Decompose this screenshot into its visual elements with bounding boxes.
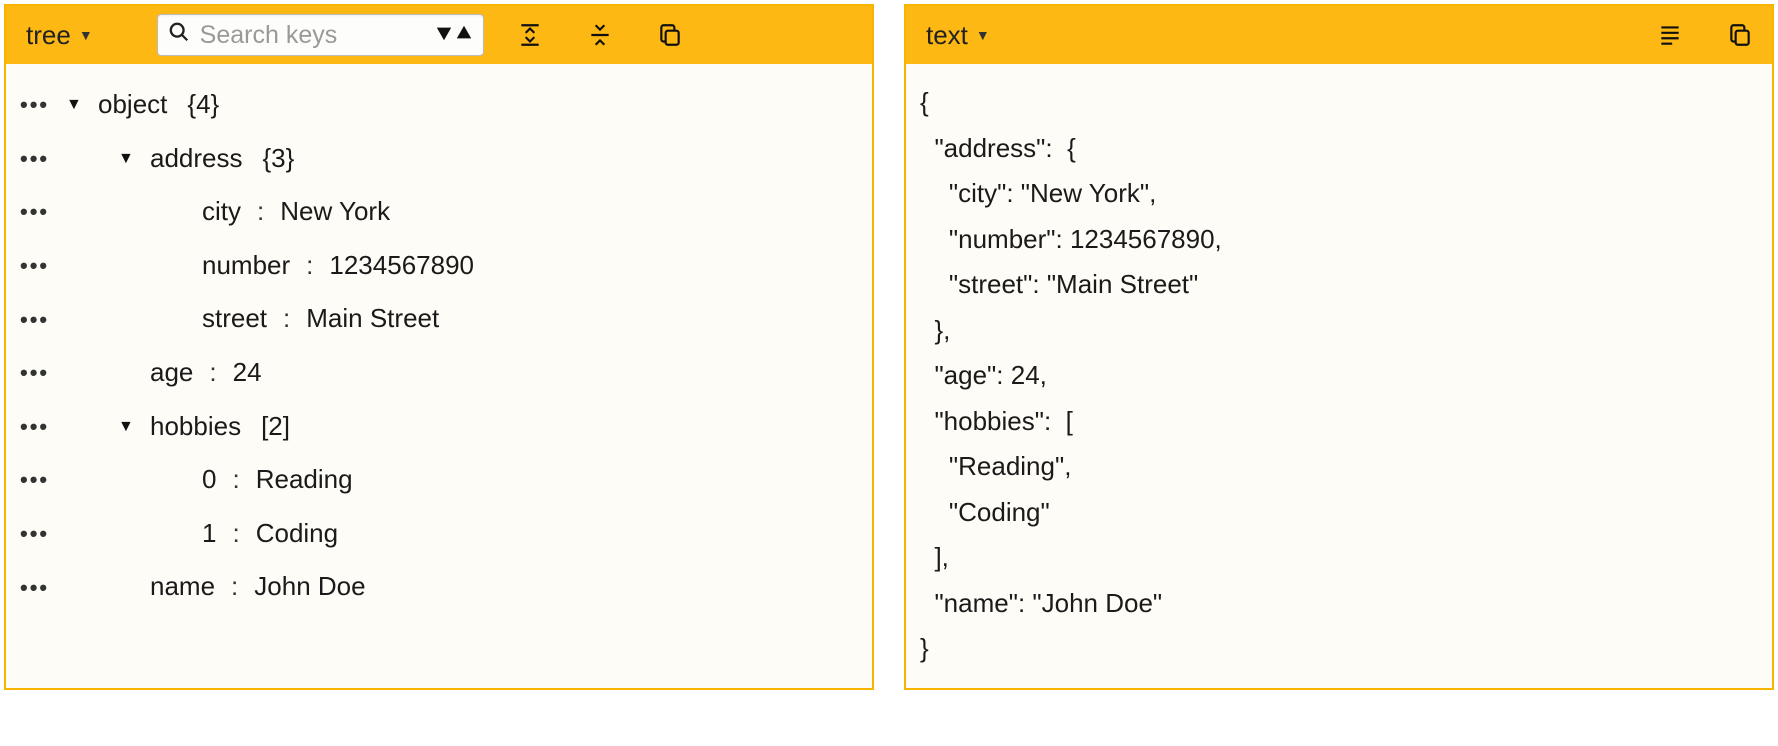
row-menu-icon[interactable]: ••• [20, 87, 54, 122]
mode-label: tree [26, 20, 71, 51]
search-input[interactable] [200, 21, 425, 50]
tree-row[interactable]: •••street:Main Street [16, 292, 862, 346]
tree-row[interactable]: ••• ▼ object {4} [16, 78, 862, 132]
text-content[interactable]: { "address": { "city": "New York", "numb… [906, 64, 1772, 688]
row-menu-icon[interactable]: ••• [20, 570, 54, 605]
tree-panel: tree ▼ [4, 4, 874, 690]
tree-value[interactable]: John Doe [254, 566, 365, 608]
format-button[interactable] [1652, 17, 1688, 53]
search-box[interactable] [157, 14, 484, 56]
text-panel: text ▼ { "address": { "city": "New York"… [904, 4, 1774, 690]
search-icon [168, 21, 190, 50]
expander-icon[interactable]: ▼ [118, 146, 138, 172]
tree-row[interactable]: •••age:24 [16, 346, 862, 400]
tree-key[interactable]: address [150, 138, 243, 180]
tree-key[interactable]: object [98, 84, 167, 126]
mode-label: text [926, 20, 968, 51]
mode-select-tree[interactable]: tree ▼ [20, 16, 99, 55]
tree-row[interactable]: •••number:1234567890 [16, 239, 862, 293]
expander-icon[interactable]: ▼ [66, 92, 86, 118]
copy-text-button[interactable] [1722, 17, 1758, 53]
row-menu-icon[interactable]: ••• [20, 462, 54, 497]
tree-row[interactable]: ••• ▼ address {3} [16, 132, 862, 186]
tree-key[interactable]: age [150, 352, 193, 394]
expander-icon[interactable]: ▼ [118, 414, 138, 440]
search-prev-icon[interactable] [455, 21, 473, 49]
row-menu-icon[interactable]: ••• [20, 409, 54, 444]
copy-button[interactable] [652, 17, 688, 53]
tree-row[interactable]: •••0:Reading [16, 453, 862, 507]
tree-row[interactable]: •••city:New York [16, 185, 862, 239]
tree-value[interactable]: 24 [233, 352, 262, 394]
tree-content: •••▼object{4}•••▼address{3}•••city:New Y… [6, 64, 872, 688]
caret-down-icon: ▼ [976, 27, 990, 43]
expand-all-button[interactable] [512, 17, 548, 53]
text-toolbar: text ▼ [906, 6, 1772, 64]
tree-key[interactable]: number [202, 245, 290, 287]
collapse-all-button[interactable] [582, 17, 618, 53]
row-menu-icon[interactable]: ••• [20, 355, 54, 390]
tree-key[interactable]: city [202, 191, 241, 233]
tree-count: [2] [261, 406, 290, 448]
tree-row[interactable]: ••• ▼ hobbies [2] [16, 400, 862, 454]
tree-key[interactable]: street [202, 298, 267, 340]
tree-key[interactable]: name [150, 566, 215, 608]
tree-value[interactable]: New York [280, 191, 390, 233]
tree-key[interactable]: 0 [202, 459, 216, 501]
row-menu-icon[interactable]: ••• [20, 302, 54, 337]
caret-down-icon: ▼ [79, 27, 93, 43]
tree-key[interactable]: hobbies [150, 406, 241, 448]
row-menu-icon[interactable]: ••• [20, 248, 54, 283]
mode-select-text[interactable]: text ▼ [920, 16, 996, 55]
search-next-icon[interactable] [435, 21, 453, 49]
tree-value[interactable]: Reading [256, 459, 353, 501]
tree-toolbar: tree ▼ [6, 6, 872, 64]
tree-value[interactable]: 1234567890 [329, 245, 474, 287]
row-menu-icon[interactable]: ••• [20, 194, 54, 229]
tree-value[interactable]: Coding [256, 513, 338, 555]
tree-row[interactable]: •••name:John Doe [16, 560, 862, 614]
tree-count: {4} [187, 84, 219, 126]
tree-key[interactable]: 1 [202, 513, 216, 555]
tree-row[interactable]: •••1:Coding [16, 507, 862, 561]
tree-value[interactable]: Main Street [306, 298, 439, 340]
row-menu-icon[interactable]: ••• [20, 516, 54, 551]
tree-count: {3} [263, 138, 295, 180]
row-menu-icon[interactable]: ••• [20, 141, 54, 176]
